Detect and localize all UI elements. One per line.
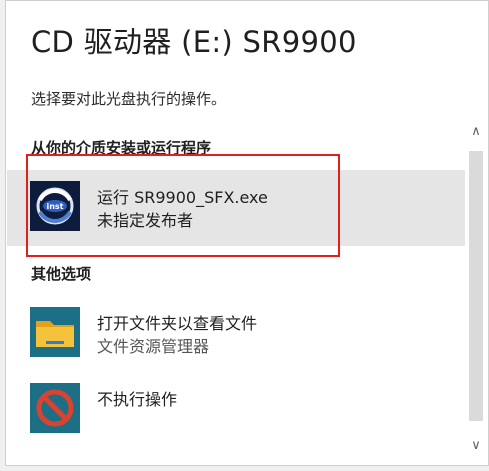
option-run-program-title: 运行 SR9900_SFX.exe	[97, 188, 268, 207]
option-take-no-action[interactable]: 不执行操作	[7, 372, 465, 448]
option-run-program-publisher: 未指定发布者	[97, 211, 194, 230]
option-open-folder-app: 文件资源管理器	[97, 337, 210, 356]
vertical-scrollbar[interactable]: ∧ ∨	[467, 123, 485, 455]
scroll-up-icon[interactable]: ∧	[467, 123, 485, 141]
autoplay-dialog: CD 驱动器 (E:) SR9900 选择要对此光盘执行的操作。 从你的介质安装…	[5, 0, 489, 466]
svg-text:inst: inst	[46, 202, 63, 211]
no-action-icon	[30, 383, 80, 433]
dialog-subtitle: 选择要对此光盘执行的操作。	[31, 90, 227, 108]
section-header-other: 其他选项	[31, 265, 92, 283]
dialog-title: CD 驱动器 (E:) SR9900	[31, 25, 357, 59]
installer-app-icon: inst	[30, 181, 80, 231]
option-run-program[interactable]: inst 运行 SR9900_SFX.exe 未指定发布者	[7, 170, 465, 246]
option-take-no-action-title: 不执行操作	[97, 390, 178, 409]
scroll-down-icon[interactable]: ∨	[467, 437, 485, 455]
option-open-folder-title: 打开文件夹以查看文件	[97, 314, 258, 333]
section-header-install: 从你的介质安装或运行程序	[31, 139, 212, 157]
option-open-folder[interactable]: 打开文件夹以查看文件 文件资源管理器	[7, 296, 465, 372]
scrollbar-thumb[interactable]	[469, 151, 483, 421]
folder-icon	[30, 307, 80, 357]
